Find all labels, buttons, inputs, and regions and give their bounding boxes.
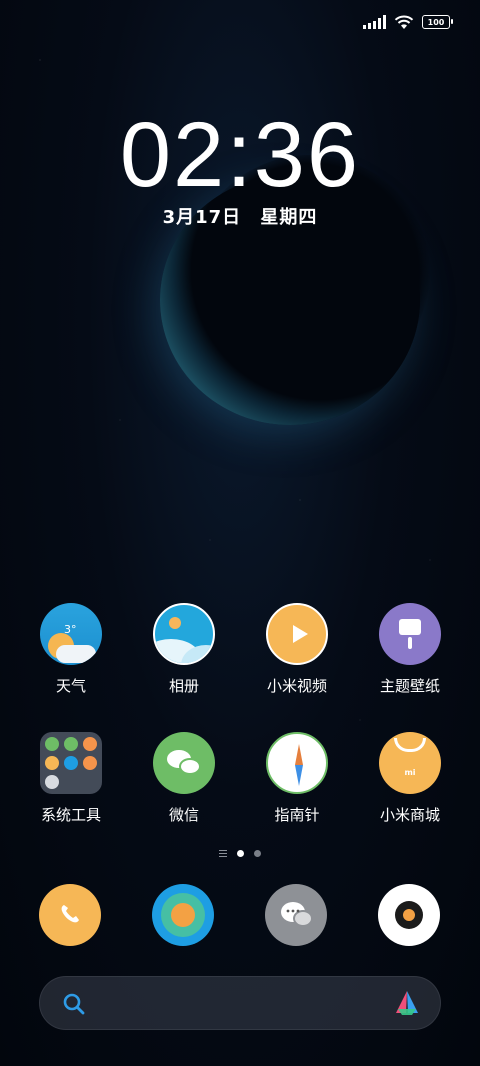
search-icon bbox=[63, 993, 85, 1015]
app-label: 微信 bbox=[168, 806, 199, 824]
theme-brush-icon bbox=[379, 603, 441, 665]
app-weather[interactable]: 3° 天气 bbox=[16, 603, 126, 696]
app-mi-store[interactable]: mi 小米商城 bbox=[355, 732, 465, 825]
clock-time: 02:36 bbox=[119, 104, 361, 206]
dock-phone[interactable] bbox=[39, 884, 101, 946]
signal-icon bbox=[363, 15, 386, 29]
camera-icon bbox=[395, 901, 423, 929]
app-label: 相册 bbox=[168, 677, 199, 695]
app-folder-system-tools[interactable]: 系统工具 bbox=[16, 732, 126, 825]
dock-camera[interactable] bbox=[378, 884, 440, 946]
video-play-icon bbox=[266, 603, 328, 665]
dock-browser[interactable] bbox=[152, 884, 214, 946]
app-themes[interactable]: 主题壁纸 bbox=[355, 603, 465, 696]
page-indicator[interactable] bbox=[0, 850, 480, 857]
status-bar: 100 bbox=[363, 10, 453, 34]
app-gallery[interactable]: 相册 bbox=[129, 603, 239, 696]
battery-icon: 100 bbox=[422, 15, 453, 29]
app-wechat[interactable]: 微信 bbox=[129, 732, 239, 825]
app-label: 小米视频 bbox=[266, 677, 327, 695]
shopping-bag-icon: mi bbox=[379, 732, 441, 794]
assistant-icon[interactable] bbox=[392, 989, 422, 1017]
battery-level: 100 bbox=[427, 17, 445, 27]
weather-icon: 3° bbox=[40, 603, 102, 665]
wifi-icon bbox=[394, 15, 414, 29]
app-label: 系统工具 bbox=[40, 806, 101, 824]
weekday-text: 星期四 bbox=[260, 207, 318, 228]
phone-icon bbox=[59, 903, 81, 931]
compass-icon bbox=[266, 732, 328, 794]
search-bar[interactable] bbox=[39, 976, 441, 1030]
date-text: 3月17日 bbox=[162, 207, 242, 228]
menu-lines-icon bbox=[219, 850, 227, 857]
clock-date: 3月17日 星期四 bbox=[0, 203, 480, 229]
app-label: 主题壁纸 bbox=[379, 677, 440, 695]
wechat-icon bbox=[153, 732, 215, 794]
gallery-icon bbox=[153, 603, 215, 665]
page-dot bbox=[254, 850, 261, 857]
folder-icon bbox=[40, 732, 102, 794]
mi-logo: mi bbox=[404, 768, 416, 777]
dock-messages[interactable] bbox=[265, 884, 327, 946]
app-label: 小米商城 bbox=[379, 806, 440, 824]
app-compass[interactable]: 指南针 bbox=[242, 732, 352, 825]
page-dot-active bbox=[237, 850, 244, 857]
app-label: 指南针 bbox=[274, 806, 320, 824]
app-label: 天气 bbox=[55, 677, 86, 695]
app-mi-video[interactable]: 小米视频 bbox=[242, 603, 352, 696]
